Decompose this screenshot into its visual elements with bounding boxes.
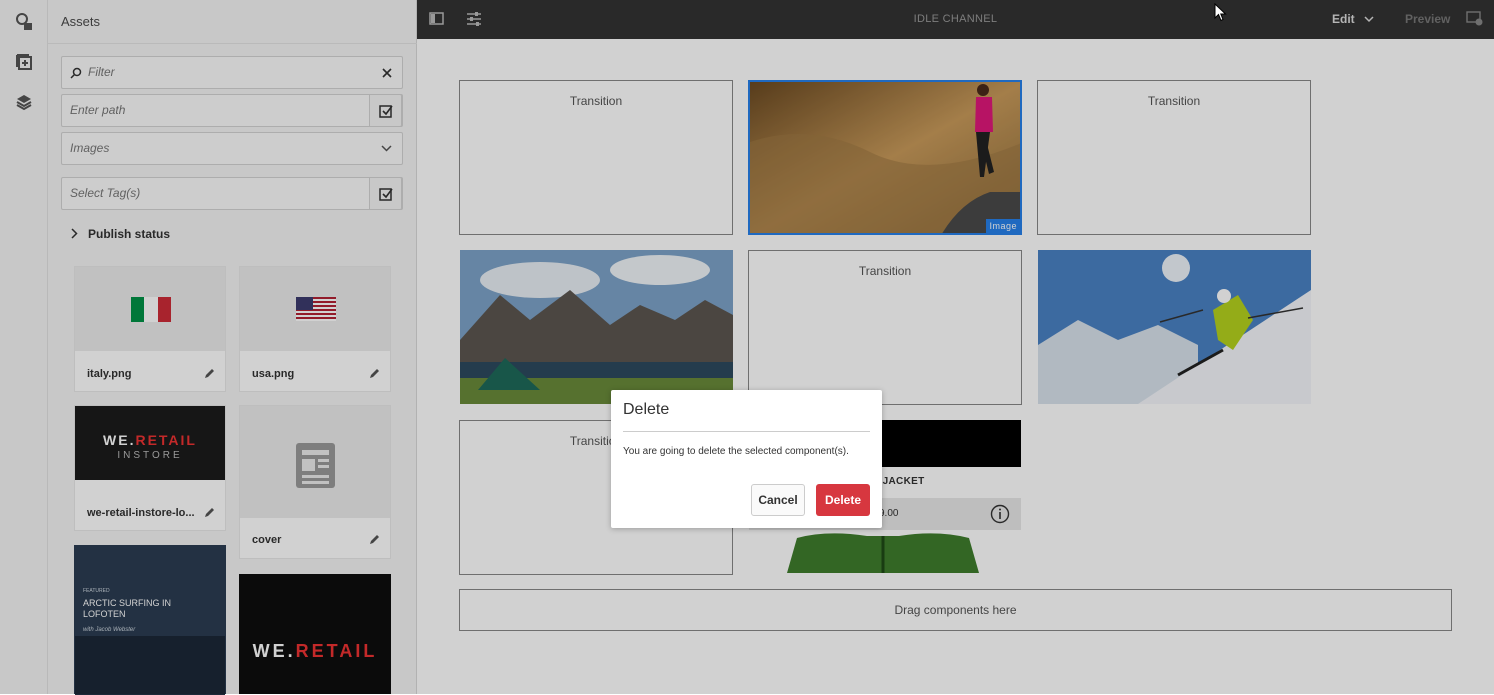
mouse-cursor-icon	[1214, 3, 1227, 22]
dialog-title: Delete	[623, 401, 670, 418]
delete-button[interactable]: Delete	[816, 484, 870, 516]
dialog-message: You are going to delete the selected com…	[623, 446, 849, 457]
dialog-divider	[623, 431, 870, 432]
delete-dialog: Delete You are going to delete the selec…	[611, 390, 882, 528]
modal-backdrop[interactable]	[0, 0, 1494, 694]
cancel-button[interactable]: Cancel	[751, 484, 805, 516]
